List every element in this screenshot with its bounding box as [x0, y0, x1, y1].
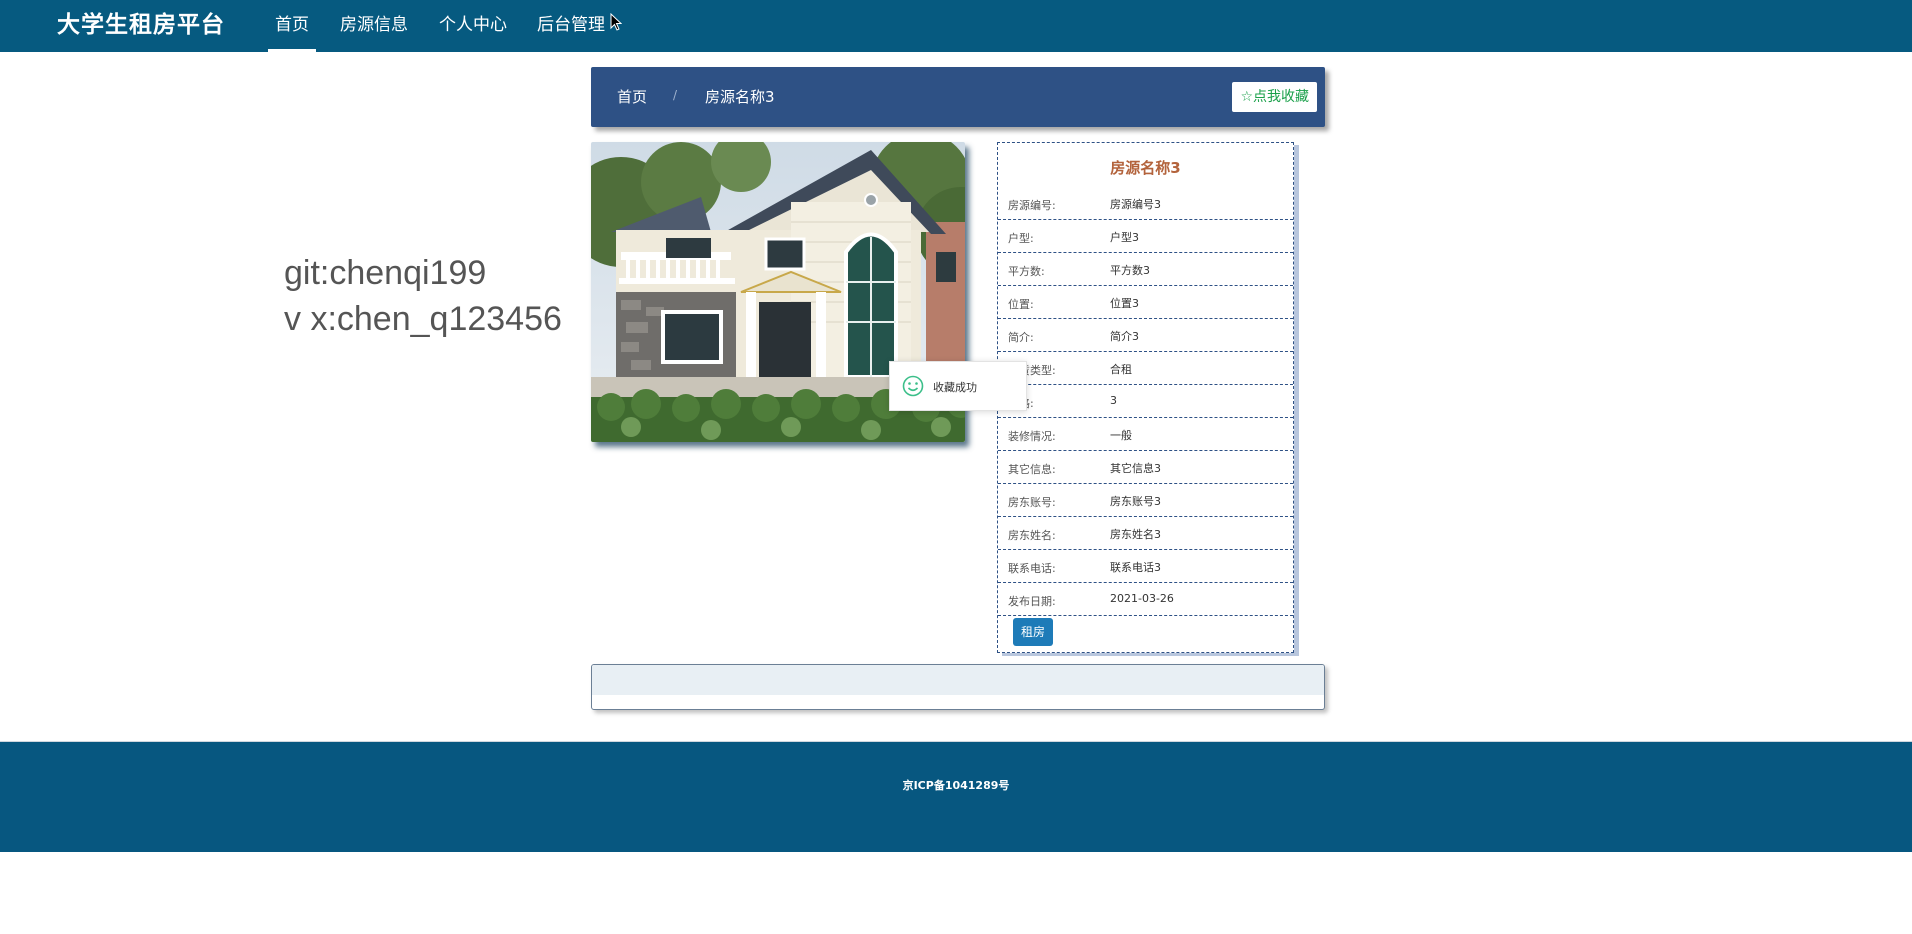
- nav-item-profile[interactable]: 个人中心: [439, 0, 507, 52]
- nav-item-admin[interactable]: 后台管理: [537, 0, 605, 52]
- site-brand[interactable]: 大学生租房平台: [57, 8, 225, 42]
- mouse-cursor-icon: [610, 13, 622, 31]
- detail-row-lease-type: 租赁类型: 合租: [998, 352, 1293, 385]
- detail-row-layout: 户型: 户型3: [998, 220, 1293, 253]
- footer-icp: 京ICP备1041289号: [902, 779, 1010, 792]
- detail-row-intro: 简介: 简介3: [998, 319, 1293, 352]
- breadcrumb-separator: /: [673, 88, 678, 102]
- rent-button[interactable]: 租房: [1013, 618, 1053, 646]
- side-note: git:chenqi199 v x:chen_q123456: [284, 250, 562, 342]
- comment-panel-header: [592, 665, 1324, 695]
- detail-row-landlord-name: 房东姓名: 房东姓名3: [998, 517, 1293, 550]
- favorite-success-toast: 收藏成功: [889, 361, 1027, 411]
- detail-row-id: 房源编号: 房源编号3: [998, 187, 1293, 220]
- detail-row-landlord-account: 房东账号: 房东账号3: [998, 484, 1293, 517]
- detail-rows: 房源编号: 房源编号3 户型: 户型3 平方数: 平方数3 位置: 位置3 简介: 简介3…: [998, 187, 1293, 616]
- comment-panel: [591, 664, 1325, 710]
- detail-row-price: 价格:3: [998, 385, 1293, 418]
- detail-row-date: 发布日期: 2021-03-26: [998, 583, 1293, 616]
- detail-row-location: 位置: 位置3: [998, 286, 1293, 319]
- detail-row-decoration: 装修情况: 一般: [998, 418, 1293, 451]
- favorite-button[interactable]: ☆点我收藏: [1232, 82, 1317, 112]
- side-note-line2: v x:chen_q123456: [284, 300, 562, 338]
- breadcrumb: 首页 / 房源名称3 ☆点我收藏: [591, 67, 1325, 127]
- breadcrumb-home[interactable]: 首页: [617, 86, 647, 107]
- top-navbar: 大学生租房平台 首页 房源信息 个人中心 后台管理: [0, 0, 1912, 52]
- house-title: 房源名称3: [1110, 159, 1181, 177]
- nav-item-home[interactable]: 首页: [268, 0, 316, 52]
- smile-icon: [902, 375, 924, 397]
- detail-row-phone: 联系电话: 联系电话3: [998, 550, 1293, 583]
- nav-item-listings[interactable]: 房源信息: [340, 0, 408, 52]
- toast-message: 收藏成功: [933, 381, 977, 394]
- breadcrumb-current: 房源名称3: [705, 88, 775, 106]
- footer: 京ICP备1041289号: [0, 741, 1912, 852]
- detail-row-other: 其它信息: 其它信息3: [998, 451, 1293, 484]
- detail-row-area: 平方数: 平方数3: [998, 253, 1293, 286]
- side-note-line1: git:chenqi199: [284, 254, 487, 292]
- house-detail-card: 房源名称3 房源编号: 房源编号3 户型: 户型3 平方数: 平方数3 位置: 位置3 …: [997, 142, 1294, 653]
